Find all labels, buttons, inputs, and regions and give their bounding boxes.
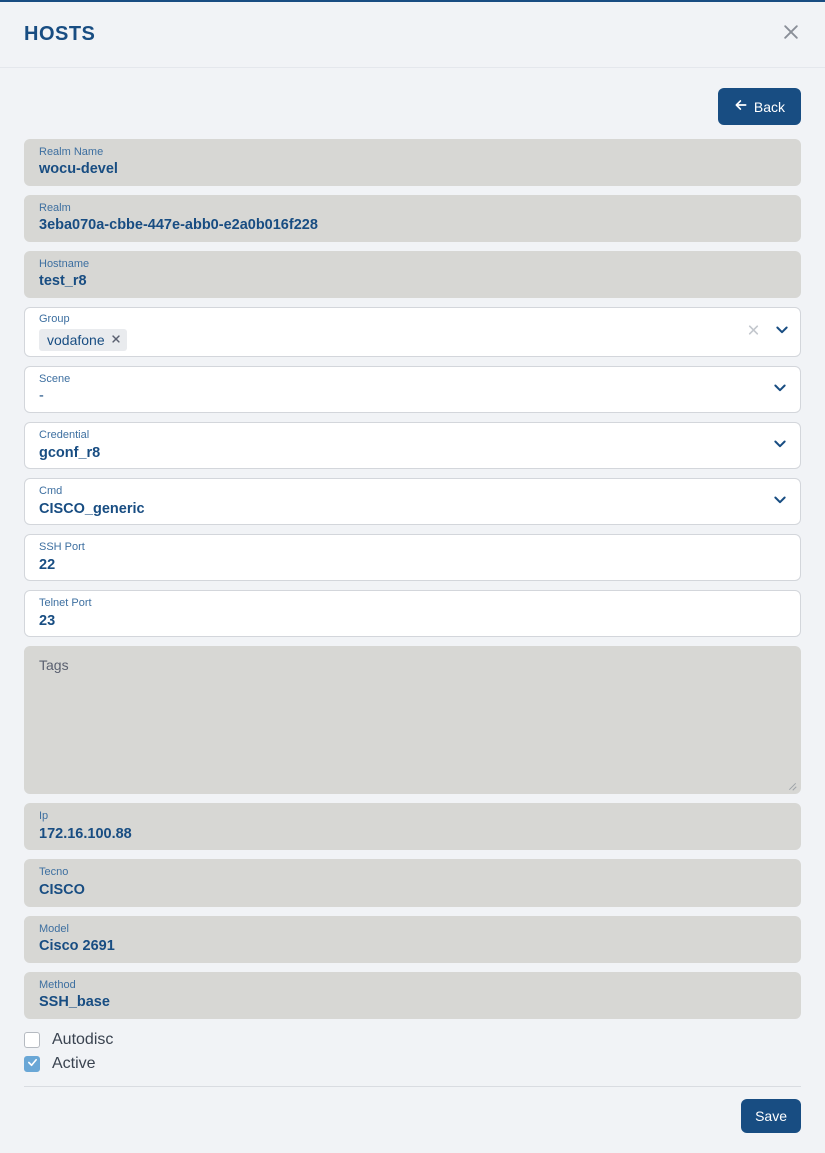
group-actions bbox=[747, 322, 790, 343]
close-icon bbox=[111, 331, 121, 349]
chip-remove-button[interactable] bbox=[111, 331, 121, 349]
credential-dropdown-toggle[interactable] bbox=[772, 435, 788, 456]
model-field: Model Cisco 2691 bbox=[24, 916, 801, 963]
active-checkbox[interactable] bbox=[24, 1056, 40, 1072]
method-label: Method bbox=[39, 979, 788, 992]
realm-name-field: Realm Name wocu-devel bbox=[24, 139, 801, 186]
ip-label: Ip bbox=[39, 810, 788, 823]
telnet-port-field[interactable]: Telnet Port bbox=[24, 590, 801, 637]
check-icon bbox=[27, 1055, 38, 1073]
modal-footer: Save bbox=[0, 1087, 825, 1153]
chevron-down-icon bbox=[772, 491, 788, 512]
chevron-down-icon bbox=[772, 379, 788, 400]
group-label: Group bbox=[39, 313, 730, 326]
group-chip-label: vodafone bbox=[47, 332, 105, 348]
model-value: Cisco 2691 bbox=[39, 937, 788, 956]
cmd-value: CISCO_generic bbox=[39, 500, 758, 519]
modal-header: HOSTS bbox=[0, 2, 825, 68]
close-icon bbox=[747, 323, 760, 341]
chevron-down-icon bbox=[772, 435, 788, 456]
group-dropdown-toggle[interactable] bbox=[774, 322, 790, 343]
scene-field[interactable]: Scene - bbox=[24, 366, 801, 413]
group-field[interactable]: Group vodafone bbox=[24, 307, 801, 357]
scene-dropdown-toggle[interactable] bbox=[772, 379, 788, 400]
hostname-value: test_r8 bbox=[39, 272, 788, 291]
cmd-field[interactable]: Cmd CISCO_generic bbox=[24, 478, 801, 525]
model-label: Model bbox=[39, 923, 788, 936]
chevron-down-icon bbox=[774, 322, 790, 343]
group-clear-button[interactable] bbox=[747, 323, 760, 341]
autodisc-checkbox[interactable] bbox=[24, 1032, 40, 1048]
telnet-port-label: Telnet Port bbox=[39, 597, 788, 610]
ip-field: Ip 172.16.100.88 bbox=[24, 803, 801, 850]
ssh-port-field[interactable]: SSH Port bbox=[24, 534, 801, 581]
hosts-modal: HOSTS Back Realm Name wocu-devel Realm 3… bbox=[0, 0, 825, 1153]
resize-handle[interactable] bbox=[784, 777, 798, 791]
ssh-port-label: SSH Port bbox=[39, 541, 788, 554]
method-value: SSH_base bbox=[39, 993, 788, 1012]
credential-label: Credential bbox=[39, 429, 758, 442]
active-label: Active bbox=[52, 1055, 96, 1073]
host-form: Realm Name wocu-devel Realm 3eba070a-cbb… bbox=[0, 139, 825, 1087]
close-button[interactable] bbox=[781, 22, 801, 47]
tags-field[interactable]: Tags bbox=[24, 646, 801, 794]
tecno-label: Tecno bbox=[39, 866, 788, 879]
realm-value: 3eba070a-cbbe-447e-abb0-e2a0b016f228 bbox=[39, 216, 788, 235]
group-chip: vodafone bbox=[39, 329, 127, 351]
save-button-label: Save bbox=[755, 1108, 787, 1124]
method-field: Method SSH_base bbox=[24, 972, 801, 1019]
realm-label: Realm bbox=[39, 202, 788, 215]
autodisc-label: Autodisc bbox=[52, 1031, 113, 1049]
close-icon bbox=[781, 22, 801, 47]
save-button[interactable]: Save bbox=[741, 1099, 801, 1133]
cmd-label: Cmd bbox=[39, 485, 758, 498]
hostname-label: Hostname bbox=[39, 258, 788, 271]
credential-value: gconf_r8 bbox=[39, 444, 758, 463]
ssh-port-input[interactable] bbox=[39, 556, 788, 575]
credential-field[interactable]: Credential gconf_r8 bbox=[24, 422, 801, 469]
toolbar: Back bbox=[0, 68, 825, 139]
back-button-label: Back bbox=[754, 99, 785, 115]
back-button[interactable]: Back bbox=[718, 88, 801, 125]
arrow-left-icon bbox=[734, 98, 748, 115]
tecno-field: Tecno CISCO bbox=[24, 859, 801, 906]
scene-value: - bbox=[39, 387, 758, 406]
realm-name-value: wocu-devel bbox=[39, 160, 788, 179]
tecno-value: CISCO bbox=[39, 881, 788, 900]
ip-value: 172.16.100.88 bbox=[39, 825, 788, 844]
tags-label: Tags bbox=[39, 653, 788, 674]
modal-title: HOSTS bbox=[24, 23, 95, 46]
autodisc-checkbox-row[interactable]: Autodisc bbox=[24, 1028, 801, 1052]
realm-field: Realm 3eba070a-cbbe-447e-abb0-e2a0b016f2… bbox=[24, 195, 801, 242]
scene-label: Scene bbox=[39, 373, 758, 386]
hostname-field: Hostname test_r8 bbox=[24, 251, 801, 298]
telnet-port-input[interactable] bbox=[39, 612, 788, 631]
active-checkbox-row[interactable]: Active bbox=[24, 1052, 801, 1076]
realm-name-label: Realm Name bbox=[39, 146, 788, 159]
cmd-dropdown-toggle[interactable] bbox=[772, 491, 788, 512]
